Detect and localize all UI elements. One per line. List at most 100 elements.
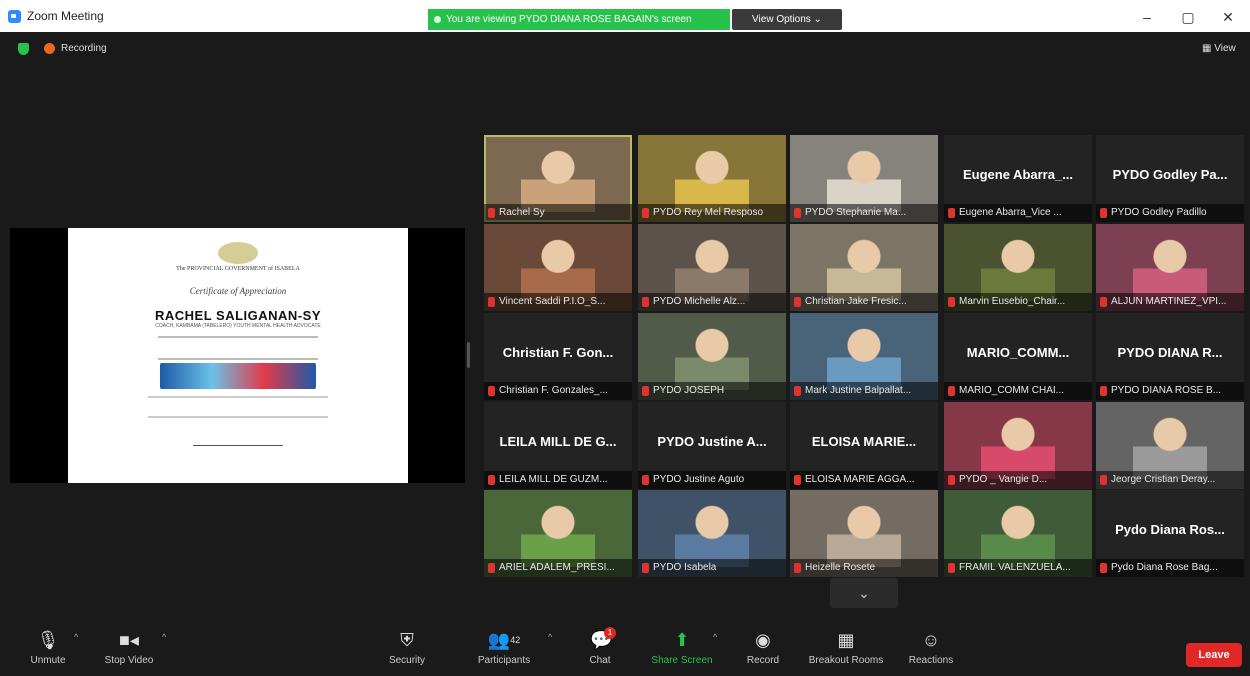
certificate-title: Certificate of Appreciation [189,286,287,296]
participant-name-label: Mark Justine Balpallat... [790,382,938,400]
participant-tile[interactable]: MARIO_COMM... MARIO_COMM CHAI... [944,313,1092,400]
participant-tile[interactable]: Christian F. Gon... Christian F. Gonzales… [484,313,632,400]
certificate-document: The PROVINCIAL GOVERNMENT of ISABELA Cer… [68,228,408,483]
share-screen-button[interactable]: ⬆ Share Screen ^ [645,630,719,666]
participant-video-frame [675,318,749,390]
muted-microphone-icon [642,475,649,485]
participant-tile[interactable]: Vincent Saddi P.I.O_S... [484,224,632,311]
participant-video-frame [1133,229,1207,301]
stop-video-label: Stop Video [104,655,154,666]
muted-microphone-icon [488,297,495,307]
participant-tile[interactable]: Mark Justine Balpallat... [790,313,938,400]
muted-microphone-icon [794,563,801,573]
participant-name-label: FRAMIL VALENZUELA... [944,559,1092,577]
view-button[interactable]: ▦ View [1202,43,1236,54]
view-options-button[interactable]: View Options ⌄ [732,9,842,30]
shield-icon[interactable] [18,43,29,55]
participant-video-frame [981,407,1055,479]
participant-tile[interactable]: FRAMIL VALENZUELA... [944,490,1092,577]
participant-tile[interactable]: Eugene Abarra_... Eugene Abarra_Vice ... [944,135,1092,222]
participant-name-label: PYDO Stephanie Ma... [790,204,938,222]
participant-tile[interactable]: Christian Jake Fresic... [790,224,938,311]
participant-tile[interactable]: PYDO Justine A... PYDO Justine Aguto [638,402,786,489]
security-button[interactable]: ⛨ Security [382,630,432,666]
window-title: Zoom Meeting [27,9,104,23]
chevron-up-icon[interactable]: ^ [74,632,78,642]
zoom-logo-icon [8,10,21,23]
participant-name-label: PYDO Michelle Alz... [638,293,786,311]
participant-tile[interactable]: PYDO JOSEPH [638,313,786,400]
participant-name-label: PYDO Godley Padillo [1096,204,1244,222]
record-icon: ◉ [755,630,771,650]
breakout-rooms-button[interactable]: ▦ Breakout Rooms [802,630,890,666]
stop-video-button[interactable]: ■◂ Stop Video ^ [98,630,167,666]
participant-name-label: PYDO JOSEPH [638,382,786,400]
share-screen-icon: ⬆ [674,630,690,650]
participant-name-label: PYDO Isabela [638,559,786,577]
recording-icon[interactable] [44,43,55,54]
participant-video-frame [675,495,749,567]
participant-name-label: MARIO_COMM CHAI... [944,382,1092,400]
restore-button[interactable]: ▢ [1175,8,1201,26]
leave-button[interactable]: Leave [1186,643,1242,667]
participant-tile[interactable]: PYDO Godley Pa... PYDO Godley Padillo [1096,135,1244,222]
smiley-plus-icon: ☺ [921,630,941,650]
participant-tile[interactable]: Pydo Diana Ros... Pydo Diana Rose Bag... [1096,490,1244,577]
certificate-footer-text [148,396,328,418]
certificate-signature [193,434,283,446]
reactions-button[interactable]: ☺ Reactions [903,630,959,666]
participant-tile[interactable]: ARIEL ADALEM_PRESI... [484,490,632,577]
muted-microphone-icon [794,475,801,485]
participant-tile[interactable]: PYDO _ Vangie D... [944,402,1092,489]
chat-unread-badge: 1 [604,627,616,639]
participants-label: Participants [477,655,531,666]
participant-tile[interactable]: PYDO Michelle Alz... [638,224,786,311]
participants-button[interactable]: 👥42 Participants ^ [470,630,552,666]
chevron-up-icon[interactable]: ^ [548,632,552,642]
participant-display-name: Pydo Diana Ros... [1115,522,1225,537]
muted-microphone-icon [948,563,955,573]
participant-name-label: PYDO _ Vangie D... [944,471,1092,489]
participant-tile[interactable]: Heizelle Rosete [790,490,938,577]
chat-bubble-icon: 💬 1 [590,627,616,650]
record-label: Record [746,655,780,666]
muted-microphone-icon [488,208,495,218]
participant-tile[interactable]: PYDO Isabela [638,490,786,577]
chevron-up-icon[interactable]: ^ [162,632,166,642]
muted-microphone-icon [642,563,649,573]
muted-microphone-icon [488,475,495,485]
minimize-button[interactable]: – [1134,8,1160,26]
participant-display-name: PYDO DIANA R... [1117,345,1223,360]
security-label: Security [388,655,426,666]
certificate-event-banner [160,363,316,389]
close-button[interactable]: ✕ [1215,8,1241,26]
certificate-recipient: RACHEL SALIGANAN-SY [155,308,321,323]
muted-microphone-icon [948,297,955,307]
participant-display-name: MARIO_COMM... [966,345,1070,360]
muted-microphone-icon [642,297,649,307]
participant-tile[interactable]: ALJUN MARTINEZ_VPI... [1096,224,1244,311]
unmute-button[interactable]: 🎙 Unmute ^ [22,630,78,666]
participant-tile[interactable]: ELOISA MARIE... ELOISA MARIE AGGA... [790,402,938,489]
shield-icon: ⛨ [400,630,414,650]
muted-microphone-icon [642,208,649,218]
participant-tile[interactable]: PYDO Rey Mel Resposo [638,135,786,222]
participant-tile[interactable]: Jeorge Cristian Deray... [1096,402,1244,489]
screen-share-banner: You are viewing PYDO DIANA ROSE BAGAIN's… [428,9,730,30]
record-button[interactable]: ◉ Record [741,630,785,666]
gallery-next-page-button[interactable]: ⌄ [830,578,898,608]
split-resize-handle[interactable] [467,342,470,368]
participant-tile[interactable]: Rachel Sy [484,135,632,222]
participant-tile[interactable]: Marvin Eusebio_Chair... [944,224,1092,311]
muted-microphone-icon [794,386,801,396]
participant-tile[interactable]: PYDO Stephanie Ma... [790,135,938,222]
participant-name-label: Eugene Abarra_Vice ... [944,204,1092,222]
participant-tile[interactable]: PYDO DIANA R... PYDO DIANA ROSE B... [1096,313,1244,400]
video-camera-icon: ■◂ [119,630,139,650]
meeting-info-bar [0,32,1250,60]
participant-name-label: Jeorge Cristian Deray... [1096,471,1244,489]
chevron-up-icon[interactable]: ^ [713,632,717,642]
certificate-gov-line: The PROVINCIAL GOVERNMENT of ISABELA [176,266,300,272]
participant-tile[interactable]: LEILA MILL DE G... LEILA MILL DE GUZM... [484,402,632,489]
chat-button[interactable]: 💬 1 Chat [582,627,618,666]
